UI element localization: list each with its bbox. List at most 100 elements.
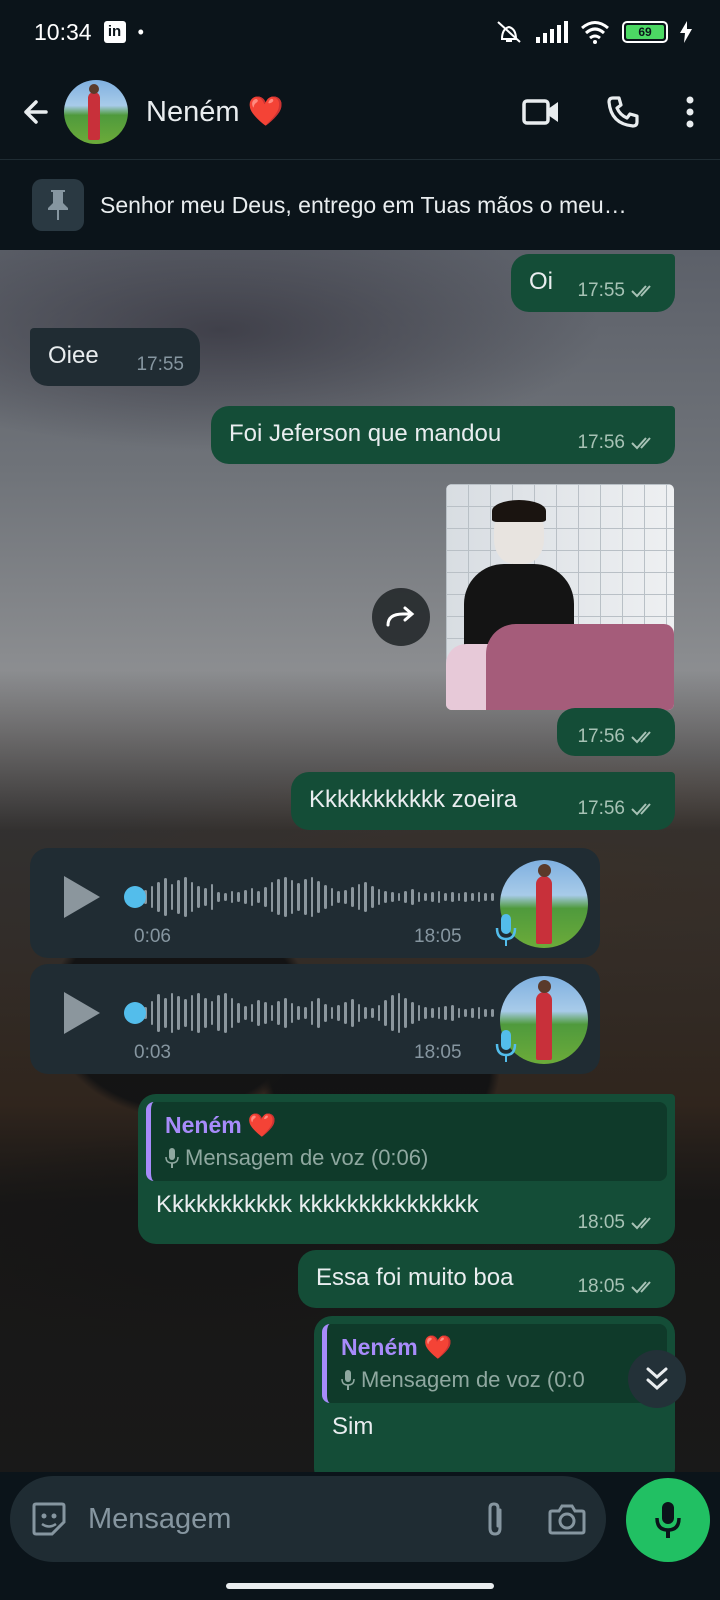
- waveform-bar: [244, 890, 247, 904]
- contact-avatar[interactable]: [64, 79, 128, 144]
- waveform-bar: [377, 1005, 381, 1021]
- signal-icon: [536, 21, 568, 43]
- double-check-icon: [631, 1217, 651, 1230]
- waveform-bar: [364, 882, 367, 912]
- waveform-bar: [157, 994, 161, 1032]
- waveform-bar: [244, 1006, 247, 1020]
- waveform-bar: [330, 1007, 334, 1019]
- waveform-bar: [477, 1007, 481, 1019]
- play-icon[interactable]: [64, 992, 100, 1034]
- quote-sender: Neném: [165, 1112, 242, 1138]
- pinned-text: Senhor meu Deus, entrego em Tuas mãos o …: [100, 191, 627, 218]
- waveform-bar: [257, 1000, 261, 1026]
- waveform-bar: [384, 891, 387, 903]
- message-time: 17:55: [577, 280, 625, 301]
- waveform-bar: [390, 892, 394, 902]
- more-vert-icon[interactable]: [686, 96, 694, 128]
- heart-emoji: ❤️: [247, 95, 284, 128]
- mic-icon: [495, 1030, 517, 1062]
- message-time: 18:05: [577, 1212, 625, 1233]
- waveform-bar: [237, 1003, 241, 1023]
- waveform-bar: [170, 993, 174, 1033]
- chevron-double-down-icon: [646, 1367, 668, 1391]
- waveform-bar: [444, 893, 447, 901]
- seek-knob[interactable]: [124, 886, 146, 908]
- quoted-message[interactable]: Neném ❤️ Mensagem de voz (0:0: [322, 1324, 667, 1403]
- forward-button[interactable]: [372, 588, 430, 646]
- waveform-bar: [270, 1005, 274, 1021]
- waveform-bar: [310, 1001, 314, 1025]
- waveform-bar: [230, 891, 234, 903]
- voice-record-button[interactable]: [626, 1478, 710, 1562]
- message-time: 17:56: [577, 798, 625, 819]
- message-outgoing[interactable]: Foi Jeferson que mandou 17:56: [211, 406, 675, 464]
- message-incoming[interactable]: Oiee 17:55: [30, 328, 200, 386]
- waveform-bar: [157, 882, 161, 912]
- waveform-bar: [470, 893, 474, 901]
- pinned-message-bar[interactable]: Senhor meu Deus, entrego em Tuas mãos o …: [0, 161, 720, 249]
- double-check-icon: [631, 1281, 651, 1294]
- waveform-bar: [250, 1004, 254, 1022]
- waveform-bar: [404, 998, 407, 1028]
- waveform-bar: [317, 998, 321, 1028]
- waveform-bar: [210, 884, 214, 910]
- waveform-bar: [457, 1008, 461, 1018]
- message-outgoing[interactable]: Kkkkkkkkkkk zoeira 17:56: [291, 772, 675, 830]
- waveform-bar: [250, 888, 254, 906]
- message-time: 17:56: [577, 726, 625, 747]
- voice-message[interactable]: 0:06 18:05: [30, 848, 600, 958]
- waveform-bar: [284, 998, 287, 1028]
- message-text: Essa foi muito boa: [316, 1264, 514, 1291]
- waveform-bar: [224, 993, 227, 1033]
- scroll-to-bottom-button[interactable]: [628, 1350, 686, 1408]
- video-call-icon[interactable]: [522, 98, 560, 126]
- waveform: [144, 990, 494, 1036]
- voice-message[interactable]: 0:03 18:05: [30, 964, 600, 1074]
- notification-dot: •: [137, 21, 144, 42]
- waveform-bar: [430, 892, 434, 902]
- waveform-bar: [190, 882, 194, 912]
- waveform-bar: [370, 886, 374, 908]
- home-indicator: [226, 1583, 494, 1589]
- forward-icon: [386, 606, 415, 627]
- message-outgoing[interactable]: Oi 17:55: [511, 254, 675, 312]
- reply-message[interactable]: Neném ❤️ Mensagem de voz (0:0 Sim: [314, 1316, 675, 1472]
- waveform-bar: [290, 880, 294, 914]
- contact-name[interactable]: Neném ❤️: [146, 95, 522, 129]
- waveform-bar: [164, 998, 167, 1028]
- waveform-bar: [264, 887, 267, 907]
- attach-icon[interactable]: [482, 1500, 508, 1538]
- mic-icon: [655, 1502, 681, 1538]
- waveform-bar: [277, 1001, 281, 1025]
- waveform-bar: [304, 1007, 307, 1019]
- message-text: Foi Jeferson que mandou: [229, 420, 502, 447]
- status-bar: 10:34 in • 69: [0, 0, 720, 64]
- play-icon[interactable]: [64, 876, 100, 918]
- waveform-bar: [357, 884, 361, 910]
- message-text: Kkkkkkkkkkk zoeira: [309, 786, 518, 813]
- waveform-bar: [277, 879, 281, 915]
- waveform-bar: [397, 993, 401, 1033]
- image-message[interactable]: [446, 484, 674, 710]
- camera-icon[interactable]: [548, 1503, 586, 1535]
- message-input[interactable]: [88, 1502, 482, 1536]
- mic-icon: [341, 1370, 355, 1390]
- sticker-icon[interactable]: [30, 1500, 68, 1538]
- waveform-bar: [317, 881, 321, 913]
- mute-vibrate-icon: [497, 21, 521, 43]
- message-outgoing[interactable]: Essa foi muito boa 18:05: [298, 1250, 675, 1308]
- seek-knob[interactable]: [124, 1002, 146, 1024]
- waveform-bar: [484, 893, 487, 901]
- waveform-bar: [177, 880, 181, 914]
- back-arrow-icon[interactable]: [16, 92, 56, 132]
- waveform-bar: [357, 1004, 361, 1022]
- status-time: 10:34: [34, 18, 92, 45]
- quoted-message[interactable]: Neném ❤️ Mensagem de voz (0:06): [146, 1102, 667, 1181]
- phone-icon[interactable]: [606, 95, 640, 129]
- contact-name-text: Neném: [146, 95, 240, 128]
- waveform-bar: [404, 891, 407, 903]
- reply-message[interactable]: Neném ❤️ Mensagem de voz (0:06) Kkkkkkkkk…: [138, 1094, 675, 1244]
- wifi-icon: [581, 21, 609, 44]
- waveform-bar: [330, 888, 334, 906]
- waveform-bar: [464, 892, 467, 902]
